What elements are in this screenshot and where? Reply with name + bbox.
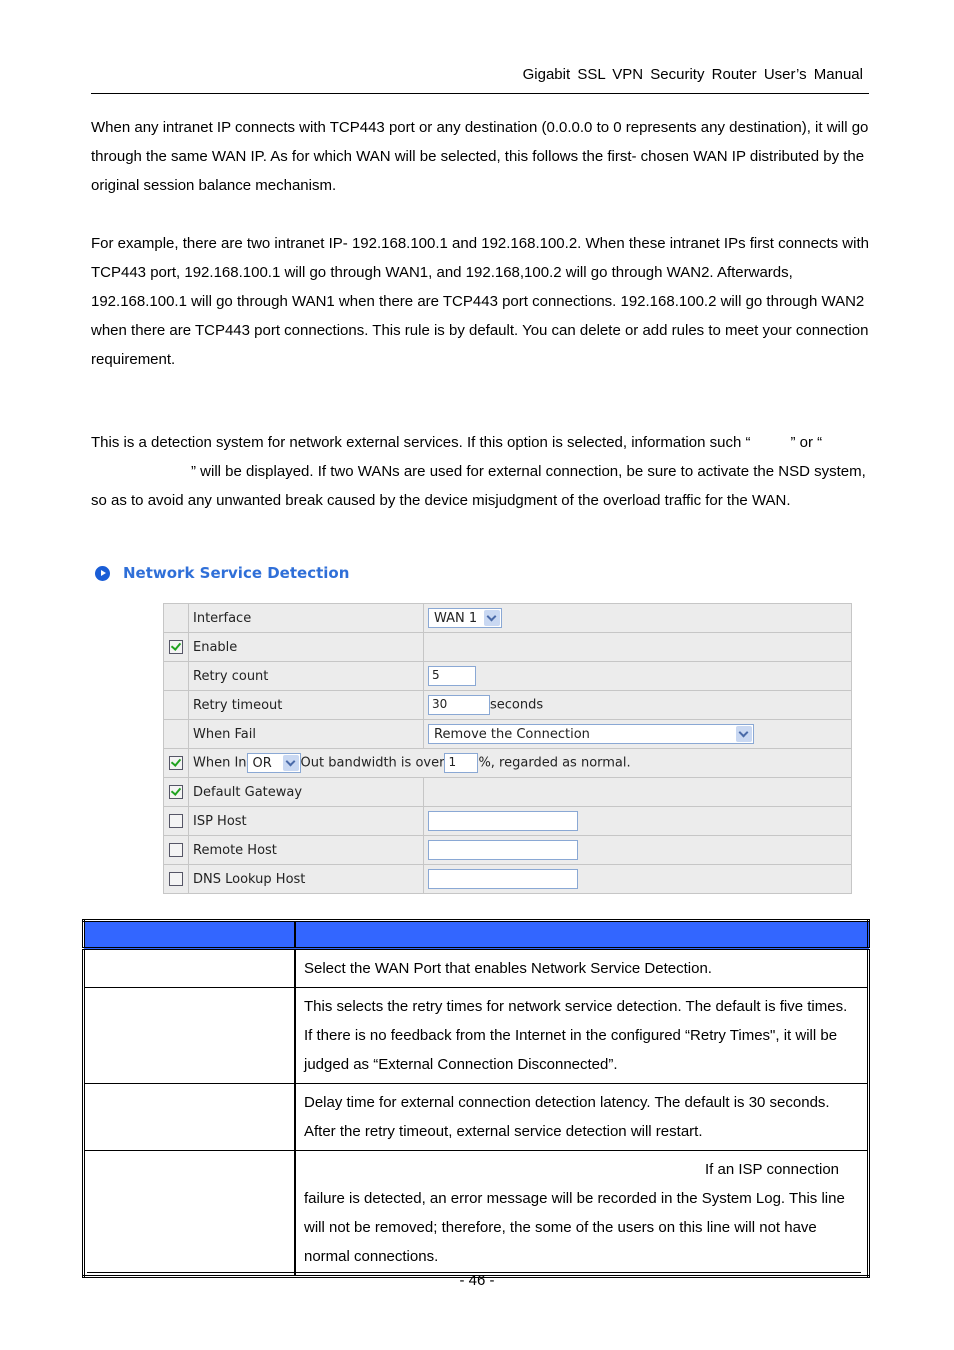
remote-host-checkbox[interactable] <box>169 843 183 857</box>
paragraph-session-rule: When any intranet IP connects with TCP44… <box>91 119 869 194</box>
row-retry-count: Retry count 5 <box>163 661 852 691</box>
description-table-header <box>83 920 869 950</box>
chevron-down-icon <box>484 610 500 626</box>
row-description: If an ISP connection failure is detected… <box>294 1150 869 1277</box>
paragraph-nsd-part-c: ” will be displayed. If two WANs are use… <box>91 463 866 509</box>
paragraph-nsd-description: This is a detection system for network e… <box>91 428 871 515</box>
row-object <box>83 948 296 988</box>
default-gateway-checkbox[interactable] <box>169 785 183 799</box>
row-default-gateway: Default Gateway <box>163 777 852 807</box>
retry-timeout-label: Retry timeout <box>188 690 424 720</box>
row-retry-timeout: Retry timeout 30 seconds <box>163 690 852 720</box>
when-fail-label: When Fail <box>188 719 424 749</box>
chevron-down-icon <box>282 755 299 771</box>
enable-checkbox[interactable] <box>169 640 183 654</box>
row-description-rest: failure is detected, an error message wi… <box>304 1190 845 1265</box>
row-bandwidth: When In OR Out bandwidth is over 1%, regard… <box>163 748 852 778</box>
enable-label: Enable <box>188 632 424 662</box>
row-isp-host: ISP Host <box>163 806 852 836</box>
bandwidth-prefix: When In <box>193 755 247 771</box>
retry-count-label: Retry count <box>188 661 424 691</box>
header-divider <box>91 93 869 94</box>
row-description: Delay time for external connection detec… <box>294 1083 869 1151</box>
dns-lookup-host-label: DNS Lookup Host <box>188 864 424 894</box>
row-object <box>83 987 296 1084</box>
retry-timeout-input[interactable]: 30 <box>428 695 490 715</box>
isp-host-checkbox[interactable] <box>169 814 183 828</box>
row-description: Select the WAN Port that enables Network… <box>294 948 869 988</box>
bandwidth-middle-text: Out bandwidth is over <box>300 755 445 771</box>
paragraph-nsd-part-b: ” or “ <box>790 434 823 451</box>
parameter-description-table: Select the WAN Port that enables Network… <box>82 919 870 1278</box>
row-remote-host: Remote Host <box>163 835 852 865</box>
bandwidth-suffix: %, regarded as normal. <box>478 755 631 771</box>
paragraph-nsd-part-a: This is a detection system for network e… <box>91 434 751 451</box>
document-header-title: Gigabit SSL VPN Security Router User’s M… <box>522 66 863 83</box>
row-enable: Enable <box>163 632 852 662</box>
row-description-first-line: If an ISP connection <box>705 1161 839 1178</box>
section-title: Network Service Detection <box>123 564 350 582</box>
bandwidth-operator-select[interactable]: OR <box>246 753 301 773</box>
page-number: - 46 - <box>459 1272 495 1289</box>
isp-host-label: ISP Host <box>188 806 424 836</box>
when-fail-select[interactable]: Remove the Connection <box>428 724 754 744</box>
row-object <box>83 1150 296 1277</box>
row-object <box>83 1083 296 1151</box>
table-row: This selects the retry times for network… <box>83 987 869 1084</box>
header-description <box>294 920 869 950</box>
chevron-down-icon <box>736 726 752 742</box>
nsd-settings-table: Interface WAN 1 Enable Retry count 5 Ret… <box>163 603 852 894</box>
remote-host-input[interactable] <box>428 840 578 860</box>
dns-lookup-host-input[interactable] <box>428 869 578 889</box>
row-when-fail: When Fail Remove the Connection <box>163 719 852 749</box>
row-interface: Interface WAN 1 <box>163 603 852 633</box>
interface-select[interactable]: WAN 1 <box>428 608 502 628</box>
bandwidth-percent-input[interactable]: 1 <box>444 753 479 773</box>
interface-label: Interface <box>188 603 424 633</box>
retry-count-input[interactable]: 5 <box>428 666 476 686</box>
remote-host-label: Remote Host <box>188 835 424 865</box>
row-description: This selects the retry times for network… <box>294 987 869 1084</box>
isp-host-input[interactable] <box>428 811 578 831</box>
table-row: If an ISP connection failure is detected… <box>83 1150 869 1277</box>
table-row: Select the WAN Port that enables Network… <box>83 948 869 988</box>
table-row: Delay time for external connection detec… <box>83 1083 869 1151</box>
section-heading: Network Service Detection <box>95 564 349 582</box>
retry-timeout-unit: seconds <box>490 697 544 713</box>
paragraph-example: For example, there are two intranet IP- … <box>91 235 869 368</box>
bandwidth-checkbox[interactable] <box>169 756 183 770</box>
circle-play-icon <box>95 565 110 581</box>
dns-lookup-host-checkbox[interactable] <box>169 872 183 886</box>
default-gateway-label: Default Gateway <box>188 777 424 807</box>
header-object <box>83 920 296 950</box>
row-dns-lookup-host: DNS Lookup Host <box>163 864 852 894</box>
